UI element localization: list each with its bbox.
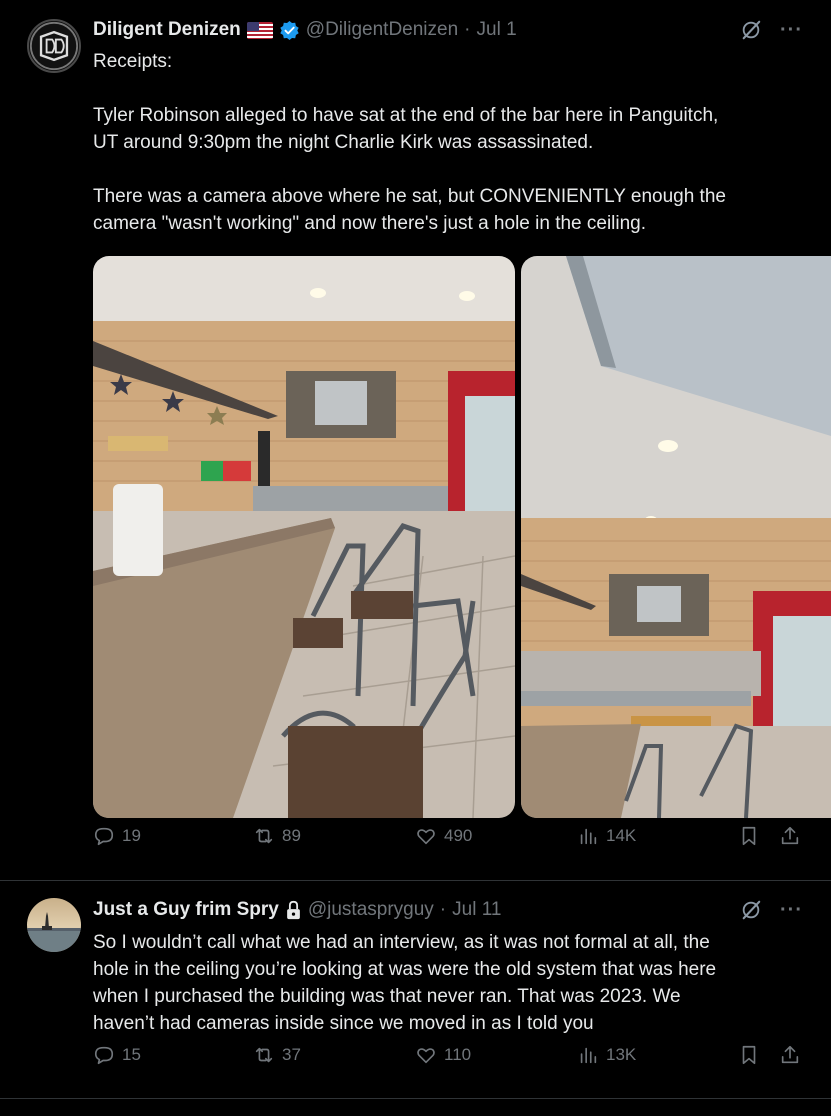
handle[interactable]: @DiligentDenizen bbox=[306, 19, 458, 41]
reply-icon bbox=[94, 827, 114, 846]
next-tweet-divider bbox=[0, 1098, 831, 1116]
dd-logo-icon bbox=[29, 21, 79, 71]
views-button[interactable]: 13K bbox=[577, 1044, 636, 1066]
views-icon bbox=[580, 1047, 597, 1064]
bookmark-button[interactable] bbox=[738, 825, 760, 847]
views-button[interactable]: 14K bbox=[577, 825, 636, 847]
repost-count: 89 bbox=[282, 826, 301, 845]
bookmark-icon bbox=[742, 826, 756, 846]
tweet-text-line: Tyler Robinson alleged to have sat at th… bbox=[93, 105, 719, 126]
like-button[interactable]: 490 bbox=[415, 825, 472, 847]
more-icon[interactable]: ··· bbox=[780, 900, 803, 920]
tweet-text-line: So I wouldn’t call what we had an interv… bbox=[93, 932, 710, 953]
reply-count: 15 bbox=[122, 1045, 141, 1064]
statue-of-liberty-avatar-icon bbox=[27, 912, 81, 952]
like-count: 490 bbox=[444, 826, 473, 845]
avatar[interactable] bbox=[27, 19, 81, 73]
heart-icon bbox=[417, 829, 435, 845]
tweet-text: Receipts: Tyler Robinson alleged to have… bbox=[93, 48, 813, 237]
timestamp[interactable]: Jul 11 bbox=[452, 899, 501, 921]
tweet-header: Just a Guy frim Spry @justaspryguy · Jul… bbox=[93, 899, 501, 921]
repost-count: 37 bbox=[282, 1045, 301, 1064]
tweet-text-line: There was a camera above where he sat, b… bbox=[93, 186, 726, 207]
separator-dot: · bbox=[464, 19, 471, 40]
reply-count: 19 bbox=[122, 826, 141, 845]
lock-icon bbox=[286, 900, 300, 920]
reply-button[interactable]: 19 bbox=[93, 825, 141, 847]
repost-button[interactable]: 89 bbox=[253, 825, 301, 847]
tweet-text: So I wouldn’t call what we had an interv… bbox=[93, 929, 813, 1037]
repost-icon bbox=[255, 828, 273, 844]
repost-icon bbox=[255, 1047, 273, 1063]
photo-bar-interior[interactable] bbox=[93, 256, 515, 818]
more-icon[interactable]: ··· bbox=[780, 20, 803, 40]
handle[interactable]: @justaspryguy bbox=[308, 899, 434, 921]
reply-button[interactable]: 15 bbox=[93, 1044, 141, 1066]
separator-dot: · bbox=[439, 899, 447, 920]
grok-icon[interactable] bbox=[740, 899, 762, 921]
bookmark-button[interactable] bbox=[738, 1044, 760, 1066]
views-icon bbox=[580, 828, 597, 845]
repost-button[interactable]: 37 bbox=[253, 1044, 301, 1066]
tweet-text-line: camera "wasn't working" and now there's … bbox=[93, 213, 647, 234]
tweet-text-line: UT around 9:30pm the night Charlie Kirk … bbox=[93, 132, 594, 153]
tweet-just-a-guy[interactable]: Just a Guy frim Spry @justaspryguy · Jul… bbox=[0, 880, 831, 1100]
grok-icon[interactable] bbox=[740, 19, 762, 41]
tweet-text-line: Receipts: bbox=[93, 51, 173, 72]
tweet-media bbox=[93, 256, 831, 818]
views-count: 14K bbox=[606, 826, 637, 845]
display-name[interactable]: Just a Guy frim Spry bbox=[93, 899, 279, 921]
like-count: 110 bbox=[444, 1045, 472, 1064]
tweet-text-line: haven’t had cameras inside since we move… bbox=[93, 1013, 594, 1034]
us-flag-icon bbox=[246, 21, 273, 39]
tweet-top-actions: ··· bbox=[740, 19, 803, 41]
tweet-text-line: when I purchased the building was that n… bbox=[93, 986, 681, 1007]
timestamp[interactable]: Jul 1 bbox=[477, 19, 517, 41]
bookmark-icon bbox=[742, 1045, 756, 1065]
heart-icon bbox=[417, 1048, 435, 1064]
tweet-header: Diligent Denizen @DiligentDenizen · Jul … bbox=[93, 19, 517, 41]
share-icon bbox=[781, 1045, 799, 1064]
photo-ceiling[interactable] bbox=[521, 256, 831, 818]
avatar[interactable] bbox=[27, 898, 81, 952]
tweet-diligent-denizen[interactable]: Diligent Denizen @DiligentDenizen · Jul … bbox=[0, 0, 831, 880]
share-button[interactable] bbox=[779, 1044, 801, 1066]
tweet-top-actions: ··· bbox=[740, 899, 803, 921]
share-icon bbox=[781, 826, 799, 845]
share-button[interactable] bbox=[779, 825, 801, 847]
reply-icon bbox=[94, 1046, 114, 1065]
like-button[interactable]: 110 bbox=[415, 1044, 471, 1066]
display-name[interactable]: Diligent Denizen bbox=[93, 19, 241, 41]
tweet-text-line: hole in the ceiling you’re looking at wa… bbox=[93, 959, 717, 980]
views-count: 13K bbox=[606, 1045, 637, 1064]
verified-badge-icon[interactable] bbox=[279, 20, 300, 41]
